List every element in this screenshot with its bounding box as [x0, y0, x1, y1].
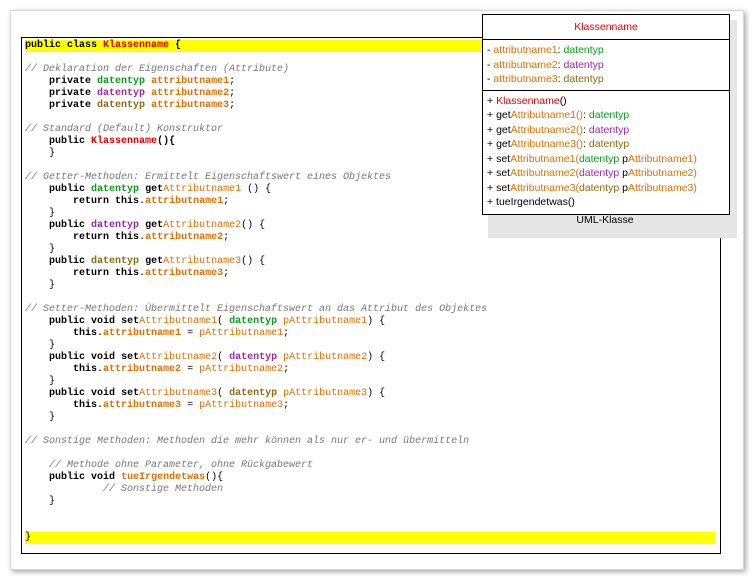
comment-method-body: // Sonstige Methoden: [103, 484, 224, 495]
comment-properties: // Deklaration der Eigenschaften (Attrib…: [25, 64, 290, 75]
class-name: Klassenname: [103, 40, 170, 51]
comment-constructor: // Standard (Default) Konstruktor: [25, 124, 224, 135]
uml-attribute: - attributname1: datentyp: [487, 44, 604, 56]
uml-attributes: - attributname1: datentyp - attributname…: [483, 40, 729, 91]
uml-method-getter: + getAttributname1(): datentyp: [487, 109, 630, 121]
uml-class-name: Klassenname: [483, 15, 729, 40]
comment-no-param: // Methode ohne Parameter, ohne Rückgabe…: [49, 460, 314, 471]
uml-class-box: Klassenname - attributname1: datentyp - …: [482, 14, 730, 215]
uml-method-getter: + getAttributname2(): datentyp: [487, 123, 630, 136]
uml-method-constructor: + Klassenname(): [487, 94, 567, 107]
class-closing-line: }: [25, 532, 715, 544]
uml-attribute: - attributname3: datentyp: [487, 73, 604, 85]
uml-methods: + Klassenname() + getAttributname1(): da…: [483, 91, 729, 213]
method-name: tueIrgendetwas: [121, 472, 206, 483]
uml-method-setter: + setAttributname1(datentyp pAttributnam…: [487, 152, 697, 165]
uml-caption: UML-Klasse: [576, 214, 634, 226]
comment-setters: // Setter-Methoden: Übermittelt Eigensch…: [25, 304, 488, 315]
uml-method-setter: + setAttributname3(datentyp pAttributnam…: [487, 181, 697, 194]
uml-method-getter: + getAttributname3(): datentyp: [487, 138, 630, 150]
uml-method-setter: + setAttributname2(datentyp pAttributnam…: [487, 167, 697, 179]
comment-getters: // Getter-Methoden: Ermittelt Eigenschaf…: [25, 172, 392, 183]
uml-method-other: + tueIrgendetwas(): [487, 196, 575, 208]
comment-other-methods: // Sonstige Methoden: Methoden die mehr …: [25, 436, 470, 447]
uml-attribute: - attributname2: datentyp: [487, 58, 604, 71]
